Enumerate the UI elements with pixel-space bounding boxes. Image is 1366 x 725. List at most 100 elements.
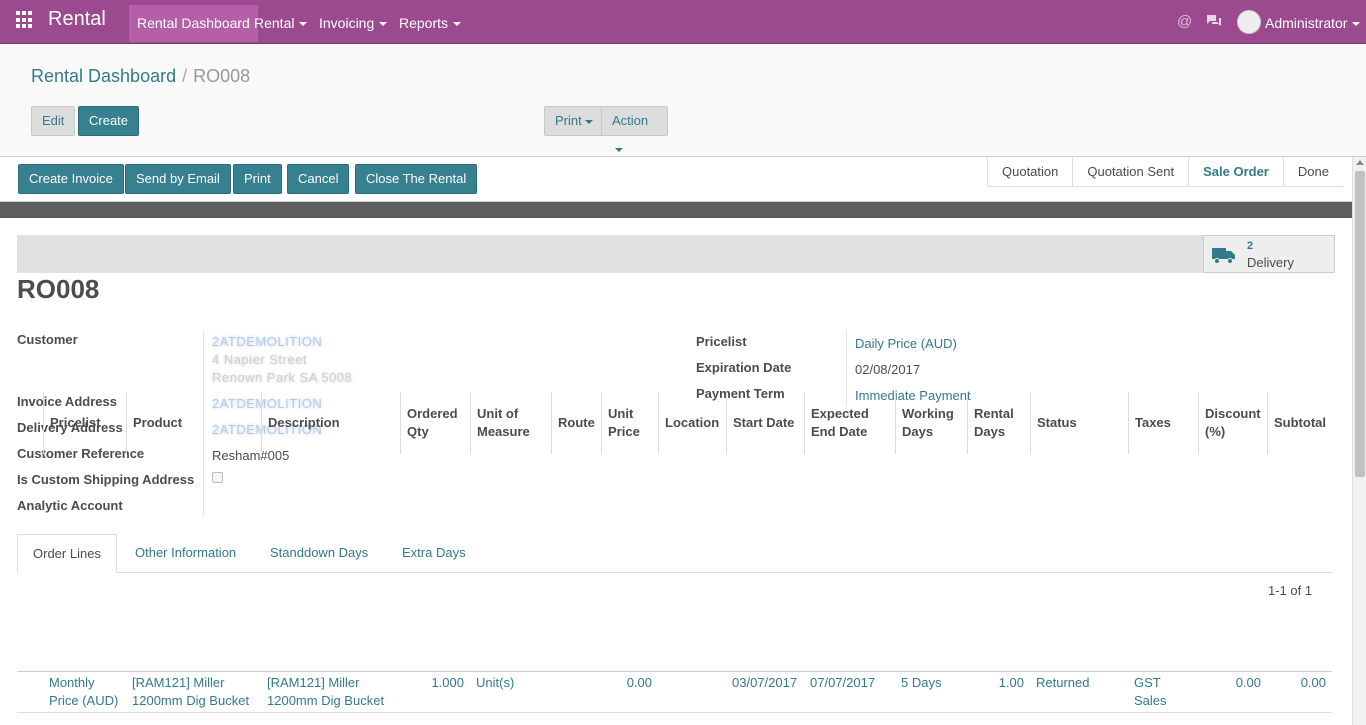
menu-rental[interactable]: Rental <box>246 5 315 42</box>
delivery-count: 2 <box>1247 240 1254 252</box>
menu-label: Rental <box>254 15 295 31</box>
header-text: Product <box>133 415 183 430</box>
cell-subtotal: 0.00 <box>1300 675 1326 690</box>
action-dropdown[interactable]: Action <box>601 106 668 152</box>
col-header-unit-price[interactable]: Unit Price <box>601 392 658 454</box>
cell-line: 1200mm Dig Bucket <box>132 693 250 708</box>
stage-quotation[interactable]: Quotation <box>988 157 1074 186</box>
expiration-date-value: 02/08/2017 <box>855 362 921 377</box>
scrollbar-thumb[interactable] <box>1355 171 1365 477</box>
tab-order-lines[interactable]: Order Lines <box>17 534 117 573</box>
top-navbar: Rental Rental Dashboard Rental Invoicing… <box>0 0 1366 44</box>
chat-icon[interactable] <box>1206 14 1222 32</box>
custom-shipping-checkbox[interactable] <box>212 472 223 483</box>
header-line: Unit <box>608 406 634 421</box>
user-menu[interactable]: Administrator <box>1265 15 1361 31</box>
col-header-rental-days[interactable]: Rental Days <box>967 392 1030 454</box>
col-header-taxes[interactable]: Taxes <box>1128 392 1198 454</box>
button-box <box>17 235 1335 273</box>
cell-product: [RAM121] Miller 1200mm Dig Bucket <box>132 674 249 710</box>
cell-line: [RAM121] Miller <box>267 675 360 690</box>
col-header-ordered-qty[interactable]: Ordered Qty <box>400 392 470 454</box>
caret-down-icon <box>453 22 462 27</box>
table-header-border <box>17 671 1332 672</box>
stage-pipeline: Quotation Quotation Sent Sale Order Done <box>987 157 1343 187</box>
col-header-expected-end-date[interactable]: Expected End Date <box>804 392 895 454</box>
cell-uom: Unit(s) <box>476 675 515 690</box>
col-header-route[interactable]: Route <box>551 392 601 454</box>
header-line: Ordered <box>407 406 458 421</box>
cell-line: 1200mm Dig Bucket <box>267 693 385 708</box>
expiration-date-label: Expiration Date <box>696 360 792 375</box>
breadcrumb-parent-link[interactable]: Rental Dashboard <box>31 66 176 86</box>
divider-band <box>0 202 1352 218</box>
header-line: Price <box>608 424 640 439</box>
menu-invoicing[interactable]: Invoicing <box>311 5 395 42</box>
header-line: Qty <box>407 424 429 439</box>
close-rental-button[interactable]: Close The Rental <box>355 164 478 194</box>
create-invoice-button[interactable]: Create Invoice <box>18 164 124 194</box>
scroll-up-arrow-icon[interactable] <box>1356 160 1364 165</box>
cell-ordered-qty: 1.000 <box>431 675 464 690</box>
delivery-smart-button[interactable]: 2 Delivery <box>1203 235 1335 273</box>
tab-other-information[interactable]: Other Information <box>135 534 236 573</box>
at-mention-icon[interactable]: @ <box>1177 13 1192 30</box>
cancel-button[interactable]: Cancel <box>287 164 350 194</box>
col-header-discount[interactable]: Discount (%) <box>1198 392 1267 454</box>
col-header-location[interactable]: Location <box>658 392 726 454</box>
header-line: (%) <box>1205 424 1226 439</box>
customer-label: Customer <box>17 332 78 347</box>
action-label: Action <box>612 113 649 128</box>
stage-quotation-sent[interactable]: Quotation Sent <box>1073 157 1190 186</box>
tab-extra-days[interactable]: Extra Days <box>402 534 466 573</box>
customer-name-link[interactable]: 2ATDEMOLITION <box>212 334 322 349</box>
edit-button[interactable]: Edit <box>31 106 76 136</box>
tab-standdown-days[interactable]: Standdown Days <box>270 534 368 573</box>
col-header-working-days[interactable]: Working Days <box>895 392 967 454</box>
cell-start-date: 03/07/2017 <box>732 675 798 690</box>
col-header-description[interactable]: Description <box>261 392 400 454</box>
apps-grid-icon[interactable] <box>16 11 34 29</box>
menu-label: Invoicing <box>319 15 375 31</box>
breadcrumb-separator: / <box>182 66 188 86</box>
header-text: Working Days <box>902 405 954 441</box>
col-header-pricelist[interactable]: Pricelist <box>43 392 126 454</box>
cell-line: GST <box>1134 675 1161 690</box>
print-dropdown[interactable]: Print <box>544 106 604 136</box>
notebook-tabs: Order Lines Other Information Standdown … <box>17 534 1333 573</box>
header-line: End Date <box>811 424 868 439</box>
pricelist-link[interactable]: Daily Price (AUD) <box>855 336 957 351</box>
form-statusbar: Create Invoice Send by Email Print Cance… <box>0 157 1352 202</box>
header-line: Unit of <box>477 406 519 421</box>
col-header-product[interactable]: Product <box>126 392 261 454</box>
app-title: Rental <box>48 8 106 30</box>
cell-unit-price: 0.00 <box>626 675 652 690</box>
header-text: Taxes <box>1135 415 1171 430</box>
cell-line: Sales <box>1134 693 1167 708</box>
menu-reports[interactable]: Reports <box>391 5 469 42</box>
send-by-email-button[interactable]: Send by Email <box>125 164 231 194</box>
print-button[interactable]: Print <box>233 164 282 194</box>
header-text: Status <box>1037 415 1077 430</box>
page-scrollbar[interactable] <box>1352 157 1366 725</box>
analytic-account-label: Analytic Account <box>17 498 123 513</box>
col-header-status[interactable]: Status <box>1030 392 1128 454</box>
col-header-start-date[interactable]: Start Date <box>726 392 804 454</box>
user-avatar[interactable] <box>1237 10 1261 34</box>
cell-pricelist: Monthly Price (AUD) <box>49 674 118 710</box>
caret-down-icon <box>615 147 623 152</box>
col-header-uom[interactable]: Unit of Measure <box>470 392 551 454</box>
stage-sale-order[interactable]: Sale Order <box>1189 157 1284 186</box>
header-text: Subtotal <box>1274 415 1326 430</box>
stage-done[interactable]: Done <box>1284 157 1343 186</box>
header-text: Unit of Measure <box>477 405 530 441</box>
header-text: Expected End Date <box>811 405 869 441</box>
create-button[interactable]: Create <box>78 106 140 136</box>
col-header-subtotal[interactable]: Subtotal <box>1267 392 1332 454</box>
header-line: Working <box>902 406 954 421</box>
print-label: Print <box>555 113 582 128</box>
header-line: Discount <box>1205 406 1261 421</box>
header-text: Unit Price <box>608 405 640 441</box>
menu-rental-dashboard[interactable]: Rental Dashboard <box>129 5 258 42</box>
control-panel: Rental Dashboard / RO008 Edit Create Print… <box>0 44 1366 157</box>
